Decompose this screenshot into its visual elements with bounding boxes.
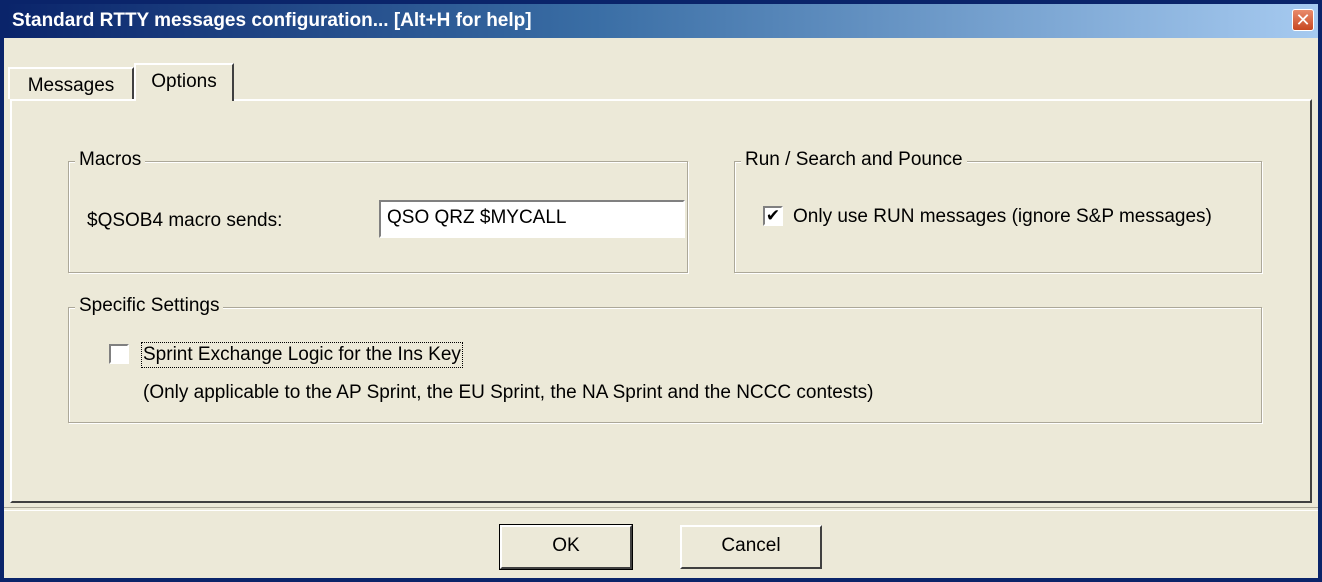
footer-divider	[4, 507, 1318, 511]
run-sp-legend: Run / Search and Pounce	[741, 149, 967, 171]
sprint-exchange-label[interactable]: Sprint Exchange Logic for the Ins Key	[141, 342, 463, 368]
ok-button[interactable]: OK	[499, 524, 633, 570]
run-only-label[interactable]: Only use RUN messages (ignore S&P messag…	[793, 206, 1212, 228]
options-panel: Macros $QSOB4 macro sends: QSO QRZ $MYCA…	[10, 99, 1312, 503]
cancel-button[interactable]: Cancel	[680, 525, 822, 569]
tab-messages[interactable]: Messages	[8, 67, 134, 99]
title-bar[interactable]: Standard RTTY messages configuration... …	[4, 4, 1318, 38]
macros-group: Macros $QSOB4 macro sends: QSO QRZ $MYCA…	[68, 149, 688, 273]
tab-options[interactable]: Options	[134, 63, 234, 101]
qsob4-macro-input[interactable]: QSO QRZ $MYCALL	[379, 200, 685, 238]
sprint-applicability-note: (Only applicable to the AP Sprint, the E…	[143, 382, 874, 403]
run-sp-group: Run / Search and Pounce ✔ Only use RUN m…	[734, 149, 1262, 273]
run-only-checkbox[interactable]: ✔	[763, 206, 783, 226]
specific-settings-group: Specific Settings Sprint Exchange Logic …	[68, 295, 1262, 423]
qsob4-macro-label: $QSOB4 macro sends:	[87, 210, 283, 231]
window-title: Standard RTTY messages configuration... …	[12, 10, 532, 31]
specific-settings-legend: Specific Settings	[75, 295, 224, 317]
sprint-exchange-checkbox[interactable]	[109, 344, 129, 364]
close-icon[interactable]: ✕	[1292, 9, 1314, 31]
dialog-window: Standard RTTY messages configuration... …	[0, 0, 1322, 582]
macros-legend: Macros	[75, 149, 146, 171]
